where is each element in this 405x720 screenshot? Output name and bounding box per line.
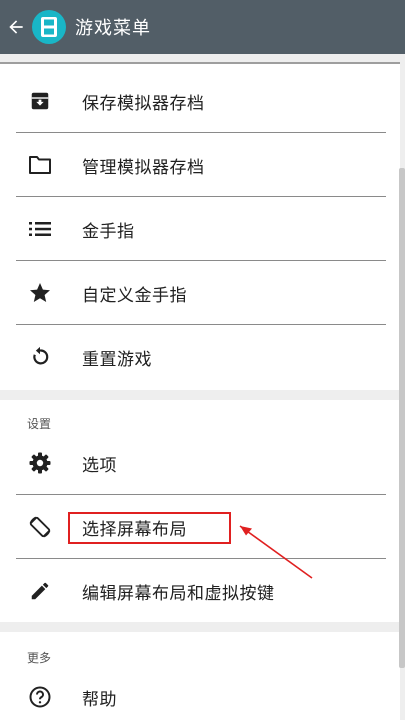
menu-item-label: 金手指 <box>82 221 135 242</box>
folder-icon <box>28 153 52 177</box>
menu-item-label: 重置游戏 <box>82 349 152 370</box>
menu-item-edit-layout[interactable]: 编辑屏幕布局和虚拟按键 <box>0 559 400 623</box>
app-bar: 游戏菜单 <box>0 0 405 54</box>
settings-card: 设置 选项 选择屏幕布局 编辑屏幕布局和虚拟按键 <box>0 400 400 622</box>
menu-item-custom-cheats[interactable]: 自定义金手指 <box>0 261 400 325</box>
star-icon <box>28 281 52 305</box>
menu-item-label: 管理模拟器存档 <box>82 157 205 178</box>
section-header-more: 更多 <box>27 651 52 665</box>
pencil-icon <box>28 579 52 603</box>
scrollbar[interactable] <box>399 168 405 668</box>
section-header-settings: 设置 <box>27 417 52 431</box>
annotation-highlight-box <box>68 512 231 544</box>
more-card: 更多 帮助 <box>0 632 400 720</box>
menu-item-help[interactable]: 帮助 <box>0 665 400 720</box>
menu-item-label: 自定义金手指 <box>82 285 187 306</box>
list-icon <box>28 217 52 241</box>
arrow-left-icon <box>9 20 23 34</box>
app-logo <box>32 10 66 44</box>
menu-item-label: 保存模拟器存档 <box>82 93 205 114</box>
archive-box-icon <box>28 89 52 113</box>
back-button[interactable] <box>2 0 30 54</box>
menu-item-save-state[interactable]: 保存模拟器存档 <box>0 69 400 133</box>
restart-icon <box>28 345 52 369</box>
app-title: 游戏菜单 <box>75 18 151 39</box>
menu-item-label: 帮助 <box>82 689 117 710</box>
menu-item-label: 选项 <box>82 455 117 476</box>
gear-icon <box>28 451 52 475</box>
ds-emulator-icon <box>41 17 57 37</box>
help-circle-icon <box>28 685 52 709</box>
game-actions-card: 保存模拟器存档 管理模拟器存档 金手指 自定义金手指 重置游戏 <box>0 62 400 390</box>
menu-item-reset-game[interactable]: 重置游戏 <box>0 325 400 389</box>
screen-rotation-icon <box>28 515 52 539</box>
menu-item-options[interactable]: 选项 <box>0 431 400 495</box>
annotation-arrow <box>239 525 313 579</box>
menu-item-cheats[interactable]: 金手指 <box>0 197 400 261</box>
menu-item-manage-states[interactable]: 管理模拟器存档 <box>0 133 400 197</box>
